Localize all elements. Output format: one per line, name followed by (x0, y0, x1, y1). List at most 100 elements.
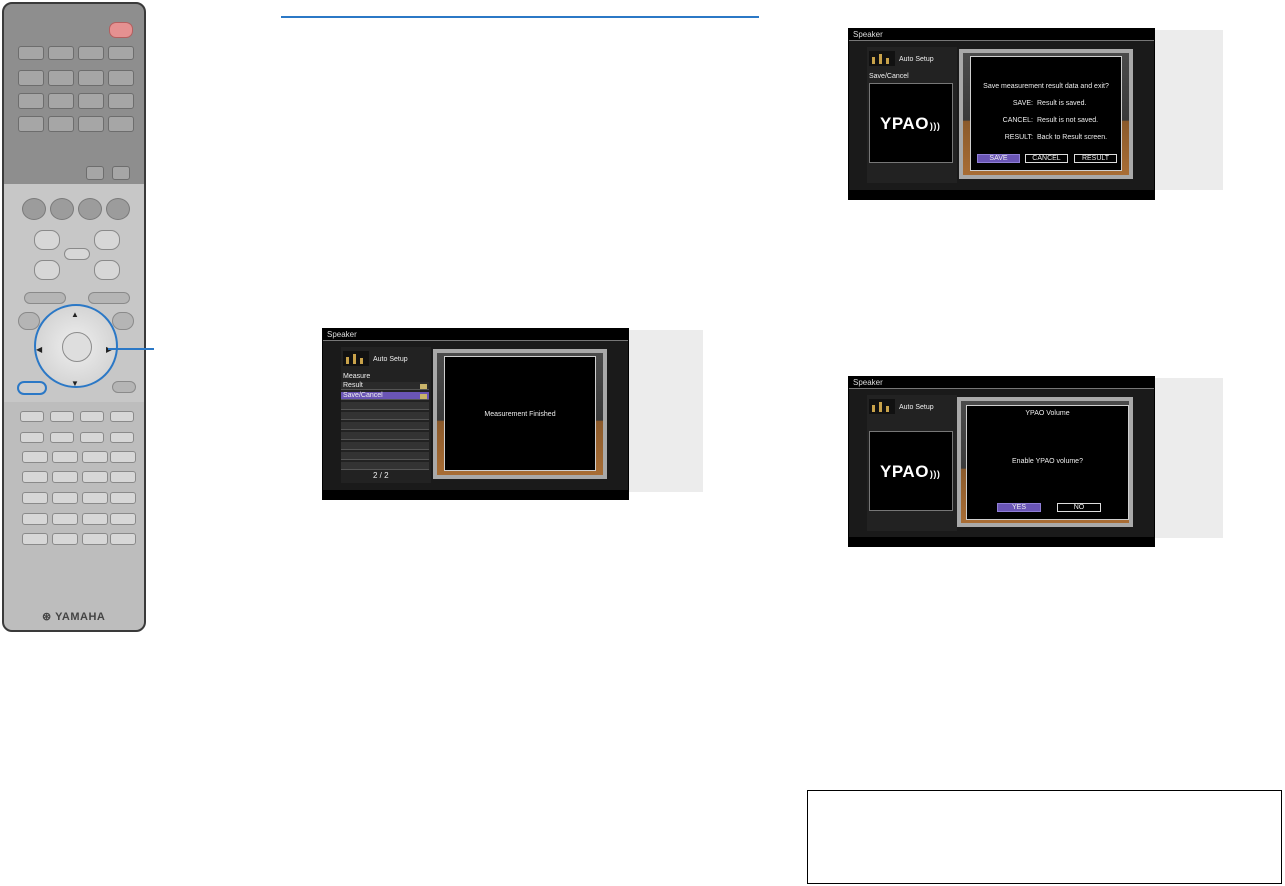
remote-button[interactable] (80, 411, 104, 422)
screen-header: Auto Setup (899, 56, 934, 63)
remote-button[interactable] (82, 533, 108, 545)
return-button[interactable] (17, 381, 47, 395)
remote-button[interactable] (86, 166, 104, 180)
screen-header: Auto Setup (899, 404, 934, 411)
option-key: RESULT: (1004, 134, 1033, 141)
remote-button[interactable] (78, 46, 104, 60)
remote-button[interactable] (112, 381, 136, 393)
remote-button[interactable] (34, 230, 60, 250)
remote-button[interactable] (18, 70, 44, 86)
save-button[interactable]: SAVE (977, 154, 1020, 163)
remote-button[interactable] (110, 411, 134, 422)
scene-button[interactable] (106, 198, 130, 220)
remote-button[interactable] (22, 513, 48, 525)
no-button[interactable]: NO (1057, 503, 1101, 512)
result-button[interactable]: RESULT (1074, 154, 1117, 163)
remote-button[interactable] (78, 93, 104, 109)
remote-button[interactable] (82, 451, 108, 463)
menu-item-result[interactable]: Result (341, 382, 429, 390)
remote-button[interactable] (108, 116, 134, 132)
folder-icon (420, 394, 427, 399)
screen-header: Auto Setup (373, 356, 408, 363)
yamaha-logo: ⊛ YAMAHA (42, 611, 106, 623)
screen-volume: Speaker Auto Setup YPAO))) YPAO Volume E… (848, 376, 1155, 547)
remote-button[interactable] (52, 492, 78, 504)
remote-button[interactable] (50, 432, 74, 443)
section-rule (281, 16, 759, 18)
remote-button[interactable] (20, 432, 44, 443)
remote-button[interactable] (22, 471, 48, 483)
remote-button[interactable] (48, 93, 74, 109)
remote-button[interactable] (48, 116, 74, 132)
option-key: SAVE: (1012, 100, 1033, 107)
scene-button[interactable] (78, 198, 102, 220)
remote-button[interactable] (34, 260, 60, 280)
arrow-down-icon[interactable]: ▼ (71, 380, 79, 388)
remote-button[interactable] (18, 93, 44, 109)
screen-sidebar: Auto Setup Measure Result Save/Cancel 2 … (341, 347, 431, 483)
screen-footer (323, 490, 628, 499)
arrow-left-icon[interactable]: ◀ (36, 346, 42, 354)
remote-button[interactable] (78, 70, 104, 86)
cancel-button[interactable]: CANCEL (1025, 154, 1068, 163)
option-key: CANCEL: (1002, 117, 1033, 124)
volume-down-button[interactable] (94, 260, 120, 280)
remote-button[interactable] (18, 116, 44, 132)
remote-button[interactable] (82, 471, 108, 483)
remote-button[interactable] (50, 411, 74, 422)
remote-button[interactable] (78, 116, 104, 132)
arrow-up-icon[interactable]: ▲ (71, 311, 79, 319)
screen-save: Speaker Auto Setup Save/Cancel YPAO))) S… (848, 28, 1155, 200)
scene-button[interactable] (22, 198, 46, 220)
message-panel: Measurement Finished (444, 356, 596, 471)
remote-button[interactable] (22, 533, 48, 545)
ypao-logo-box: YPAO))) (869, 83, 953, 163)
enter-button[interactable] (62, 332, 92, 362)
remote-control: ▲ ▼ ◀ ▶ ⊛ YAMAHA (2, 2, 146, 632)
remote-button[interactable] (112, 312, 134, 330)
remote-button[interactable] (22, 492, 48, 504)
remote-button[interactable] (24, 292, 66, 304)
option-text: Back to Result screen. (1037, 134, 1108, 141)
remote-button[interactable] (110, 533, 136, 545)
scene-button[interactable] (50, 198, 74, 220)
remote-button[interactable] (52, 533, 78, 545)
remote-button[interactable] (108, 70, 134, 86)
sound-waves-icon: ))) (929, 121, 941, 131)
volume-up-button[interactable] (94, 230, 120, 250)
power-button[interactable] (109, 22, 133, 38)
brand-label: YAMAHA (55, 611, 106, 623)
remote-button[interactable] (20, 411, 44, 422)
remote-button[interactable] (48, 70, 74, 86)
remote-button[interactable] (80, 432, 104, 443)
menu-item-save-cancel[interactable]: Save/Cancel (341, 392, 429, 400)
remote-button[interactable] (110, 513, 136, 525)
callout-line (108, 348, 154, 350)
ypao-logo-box: YPAO))) (869, 431, 953, 511)
screen-sidebar: Auto Setup YPAO))) (867, 395, 957, 531)
remote-button[interactable] (110, 471, 136, 483)
remote-button[interactable] (88, 292, 130, 304)
remote-button[interactable] (110, 432, 134, 443)
remote-button[interactable] (18, 46, 44, 60)
remote-button[interactable] (82, 492, 108, 504)
remote-button[interactable] (110, 492, 136, 504)
remote-button[interactable] (18, 312, 40, 330)
remote-button[interactable] (52, 471, 78, 483)
mute-button[interactable] (64, 248, 90, 260)
remote-button[interactable] (82, 513, 108, 525)
remote-button[interactable] (110, 451, 136, 463)
ypao-logo-text: YPAO (880, 114, 929, 133)
remote-button[interactable] (108, 93, 134, 109)
screen-footer (849, 190, 1154, 199)
remote-button[interactable] (48, 46, 74, 60)
yes-button[interactable]: YES (997, 503, 1041, 512)
option-text: Result is not saved. (1037, 117, 1099, 124)
screen-sidebar: Auto Setup Save/Cancel YPAO))) (867, 47, 957, 183)
remote-button[interactable] (22, 451, 48, 463)
remote-button[interactable] (52, 513, 78, 525)
remote-button[interactable] (52, 451, 78, 463)
remote-button[interactable] (112, 166, 130, 180)
remote-button[interactable] (108, 46, 134, 60)
page-indicator: 2 / 2 (373, 471, 389, 480)
